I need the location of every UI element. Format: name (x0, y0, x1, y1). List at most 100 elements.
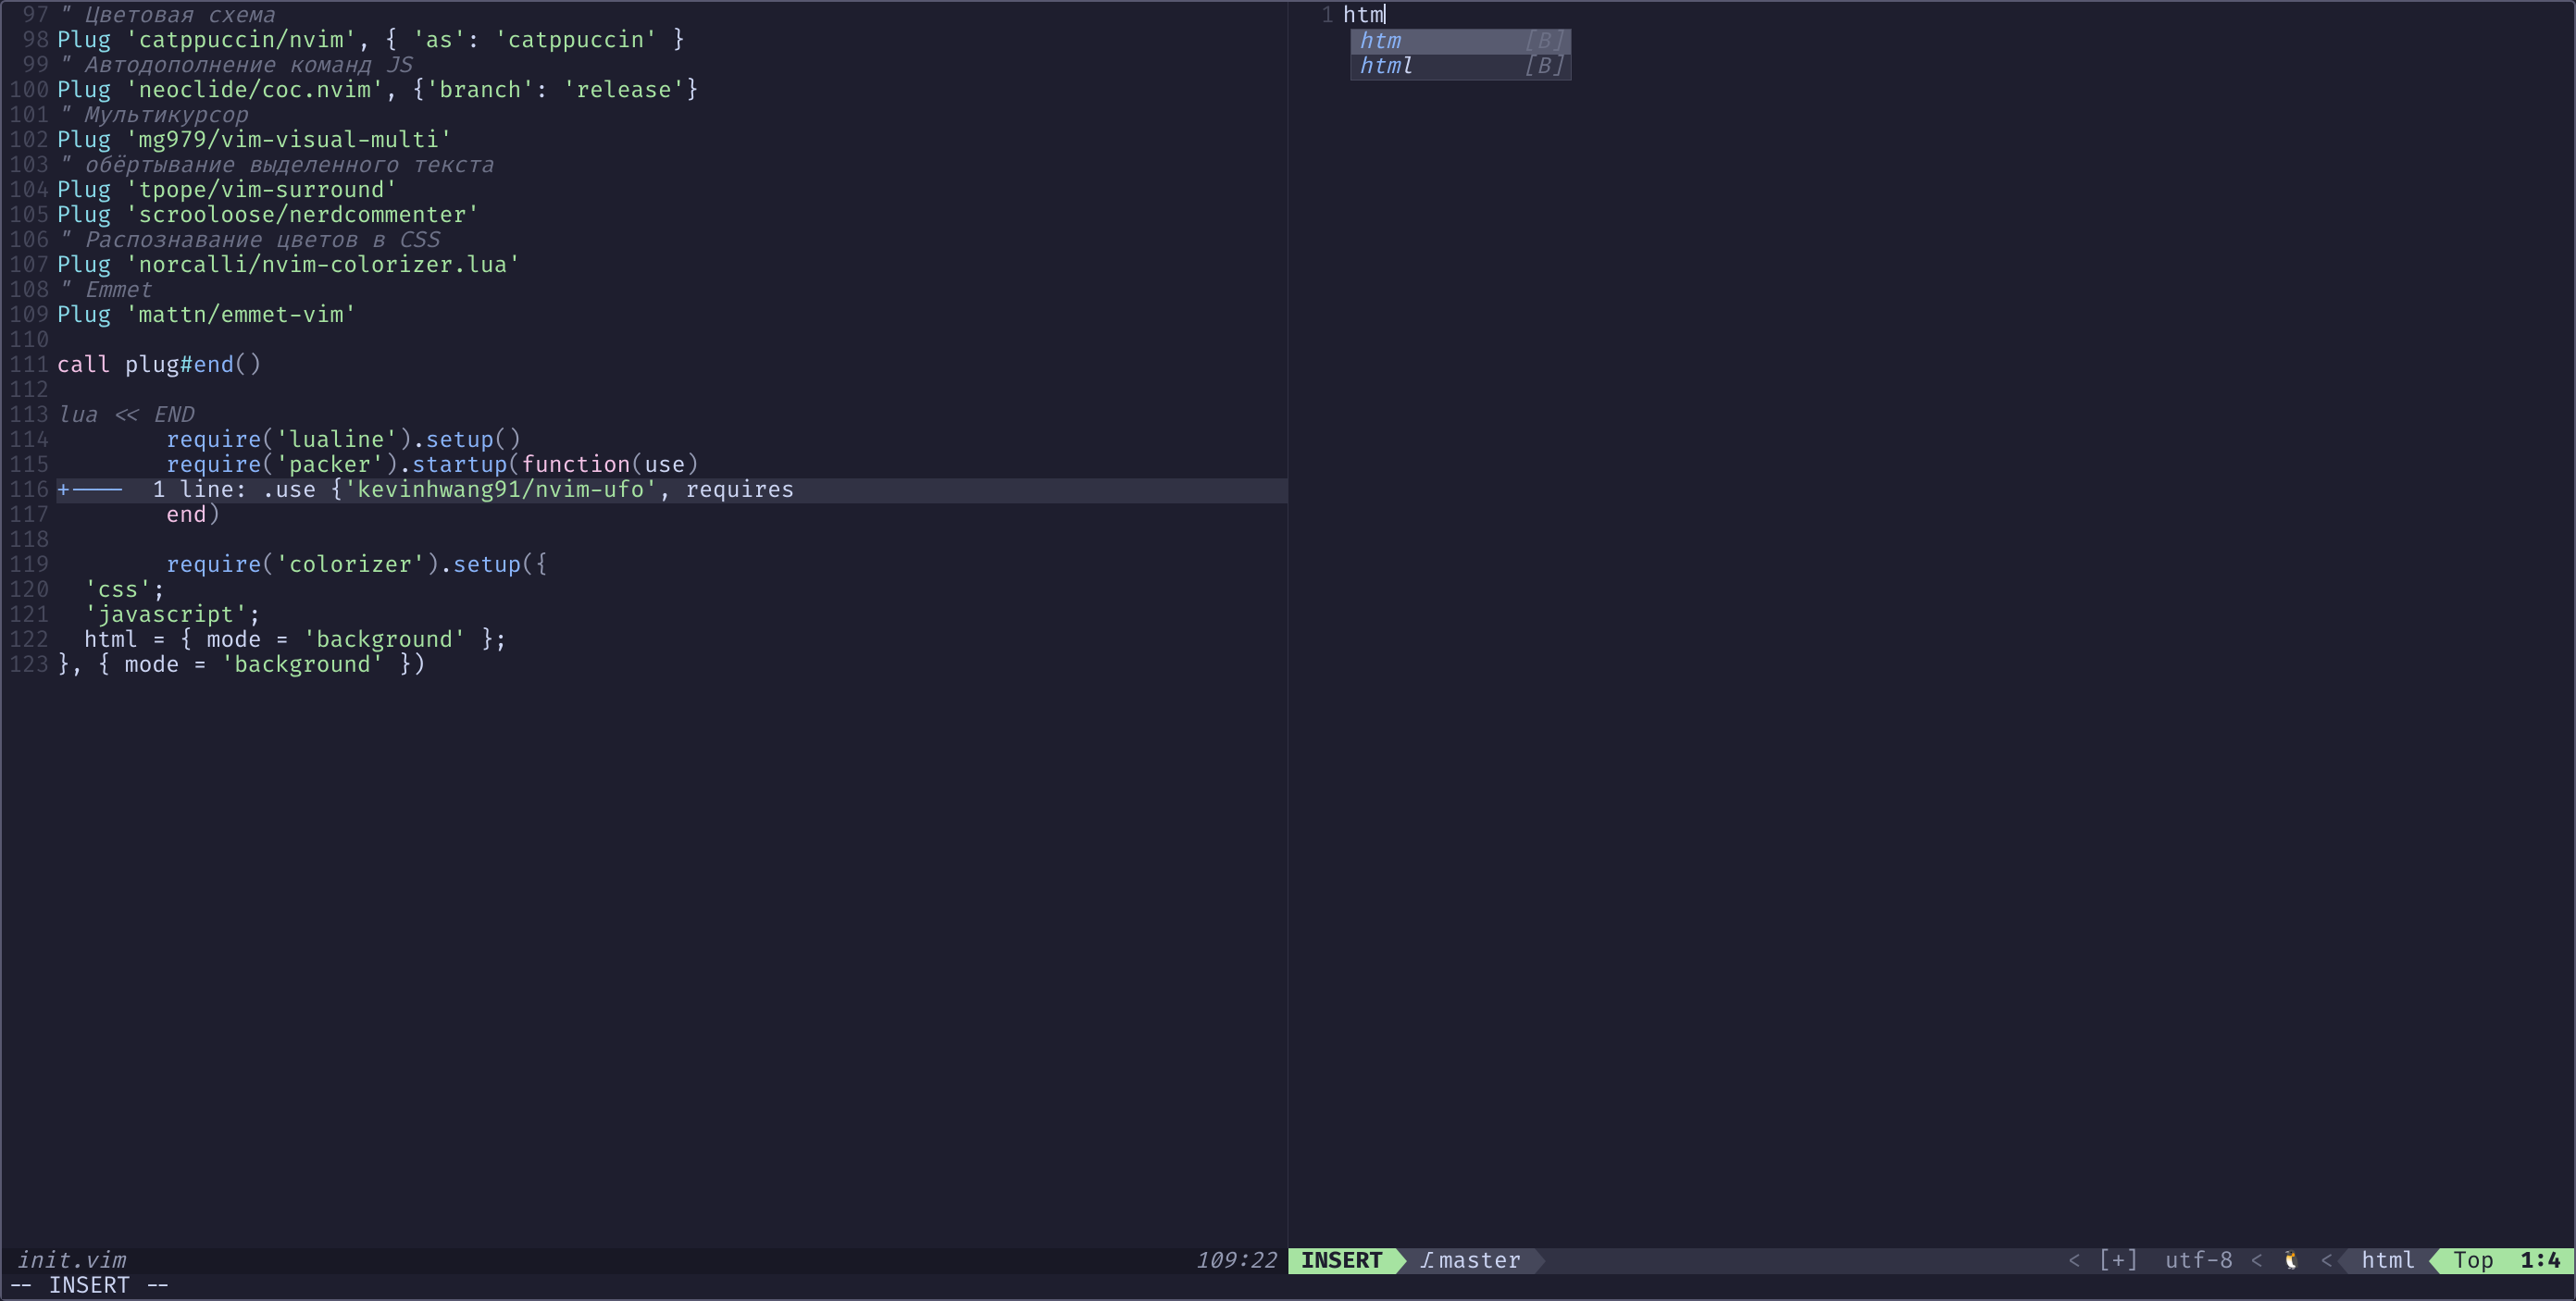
code-content[interactable]: require('packer').startup(function(use) (56, 453, 1287, 478)
code-content[interactable]: Plug 'mg979/vim-visual-multi' (56, 129, 1287, 154)
right-buffer[interactable]: 1 htm (1288, 2, 2575, 29)
token-plug: Plug (56, 253, 125, 279)
code-line[interactable]: 121 'javascript'; (2, 603, 1288, 628)
code-content[interactable]: " Автодополнение команд JS (56, 54, 1287, 79)
token-punct: . (262, 477, 276, 504)
code-line[interactable]: 123}, { mode = 'background' }) (2, 653, 1288, 678)
left-split[interactable]: 97" Цветовая схема98Plug 'catppuccin/nvi… (2, 2, 1288, 1248)
token-text (56, 552, 166, 579)
token-punct: } (686, 78, 700, 105)
mode-indicator: INSERT (1288, 1248, 1397, 1274)
code-content[interactable]: require('colorizer').setup({ (56, 553, 1287, 578)
code-line[interactable]: 112 (2, 378, 1288, 403)
scroll-percent: Top (2440, 1248, 2507, 1274)
code-line[interactable]: 103" обёртывание выделенного текста (2, 154, 1288, 179)
code-content[interactable]: html = { mode = 'background' }; (56, 628, 1287, 653)
token-fn: end (193, 353, 234, 379)
code-line[interactable]: 120 'css'; (2, 578, 1288, 603)
code-line[interactable]: 113lua << END (2, 403, 1288, 428)
left-buffer[interactable]: 97" Цветовая схема98Plug 'catppuccin/nvi… (2, 2, 1288, 678)
token-fn: require (166, 427, 261, 454)
typed-text[interactable]: htm (1343, 4, 1384, 29)
code-line[interactable]: 101" Мультикурсор (2, 104, 1288, 129)
code-content[interactable]: " Emmet (56, 279, 1287, 304)
token-cmt: " обёртывание выделенного текста (56, 153, 494, 180)
command-line[interactable]: -- INSERT -- (2, 1274, 2574, 1299)
line-number: 122 (2, 628, 56, 653)
right-line-1[interactable]: 1 htm (1288, 4, 2575, 29)
code-line[interactable]: 104Plug 'tpope/vim-surround' (2, 179, 1288, 204)
token-plug: Plug (56, 303, 125, 329)
line-number: 97 (2, 4, 56, 29)
code-line[interactable]: 116+---- 1 line: .use {'kevinhwang91/nvi… (2, 478, 1288, 503)
token-punct: }) (385, 652, 426, 679)
token-paren: ) (398, 427, 412, 454)
code-content[interactable]: " Распознавание цветов в CSS (56, 229, 1287, 254)
code-content[interactable]: Plug 'tpope/vim-surround' (56, 179, 1287, 204)
angle-separator-icon: < (2317, 1248, 2338, 1274)
completion-item[interactable]: htm[B] (1351, 30, 1570, 55)
code-content[interactable]: " Цветовая схема (56, 4, 1287, 29)
code-line[interactable]: 105Plug 'scrooloose/nerdcommenter' (2, 204, 1288, 229)
token-paren: ) (426, 552, 440, 579)
code-line[interactable]: 107Plug 'norcalli/nvim-colorizer.lua' (2, 254, 1288, 279)
completion-popup[interactable]: htm[B]html[B] (1350, 29, 1571, 81)
token-punct: = (180, 652, 220, 679)
code-line[interactable]: 115 require('packer').startup(function(u… (2, 453, 1288, 478)
token-str: 'branch' (426, 78, 535, 105)
code-content[interactable]: Plug 'mattn/emmet-vim' (56, 304, 1287, 328)
token-str: 'colorizer' (275, 552, 425, 579)
code-line[interactable]: 114 require('lualine').setup() (2, 428, 1288, 453)
code-content[interactable]: Plug 'scrooloose/nerdcommenter' (56, 204, 1287, 229)
token-ident: use (275, 477, 330, 504)
code-line[interactable]: 109Plug 'mattn/emmet-vim' (2, 304, 1288, 328)
code-content[interactable]: " Мультикурсор (56, 104, 1287, 129)
code-line[interactable]: 111call plug#end() (2, 353, 1288, 378)
code-line[interactable]: 119 require('colorizer').setup({ (2, 553, 1288, 578)
token-paren: ( (262, 452, 276, 479)
right-split[interactable]: 1 htm htm[B]html[B] (1288, 2, 2575, 1248)
line-number: 107 (2, 254, 56, 279)
code-line[interactable]: 117 end) (2, 503, 1288, 528)
line-number: 112 (2, 378, 56, 403)
code-content[interactable]: call plug#end() (56, 353, 1287, 378)
filename: init.vim (16, 1249, 125, 1274)
code-content[interactable] (56, 328, 1287, 353)
code-content[interactable]: }, { mode = 'background' }) (56, 653, 1287, 678)
code-line[interactable]: 99" Автодополнение команд JS (2, 54, 1288, 79)
token-text (56, 602, 84, 629)
code-line[interactable]: 118 (2, 528, 1288, 553)
completion-item[interactable]: html[B] (1351, 55, 1570, 80)
token-str: 'as' (412, 28, 467, 55)
code-content[interactable]: Plug 'catppuccin/nvim', { 'as': 'catppuc… (56, 29, 1287, 54)
code-line[interactable]: 106" Распознавание цветов в CSS (2, 229, 1288, 254)
code-line[interactable]: 108" Emmet (2, 279, 1288, 304)
token-punct: . (412, 427, 426, 454)
code-content[interactable]: lua << END (56, 403, 1287, 428)
code-content[interactable] (56, 378, 1287, 403)
token-str: 'css' (84, 577, 153, 604)
code-content[interactable]: " обёртывание выделенного текста (56, 154, 1287, 179)
token-plug: Plug (56, 178, 125, 204)
code-line[interactable]: 97" Цветовая схема (2, 4, 1288, 29)
code-content[interactable]: 'javascript'; (56, 603, 1287, 628)
code-line[interactable]: 102Plug 'mg979/vim-visual-multi' (2, 129, 1288, 154)
token-punct: : (467, 28, 494, 55)
code-content[interactable]: Plug 'norcalli/nvim-colorizer.lua' (56, 254, 1287, 279)
code-content[interactable]: +---- 1 line: .use {'kevinhwang91/nvim-u… (56, 478, 1287, 503)
code-line[interactable]: 110 (2, 328, 1288, 353)
token-ident: requires (686, 477, 795, 504)
line-number: 101 (2, 104, 56, 129)
code-content[interactable]: 'css'; (56, 578, 1287, 603)
code-content[interactable]: end) (56, 503, 1287, 528)
code-content[interactable]: require('lualine').setup() (56, 428, 1287, 453)
code-content[interactable] (56, 528, 1287, 553)
line-number: 123 (2, 653, 56, 678)
code-content[interactable]: Plug 'neoclide/coc.nvim', {'branch': 're… (56, 79, 1287, 104)
token-kw: call (56, 353, 125, 379)
code-line[interactable]: 122 html = { mode = 'background' }; (2, 628, 1288, 653)
code-line[interactable]: 100Plug 'neoclide/coc.nvim', {'branch': … (2, 79, 1288, 104)
completion-word: html (1359, 55, 1413, 80)
line-number: 108 (2, 279, 56, 304)
code-line[interactable]: 98Plug 'catppuccin/nvim', { 'as': 'catpp… (2, 29, 1288, 54)
